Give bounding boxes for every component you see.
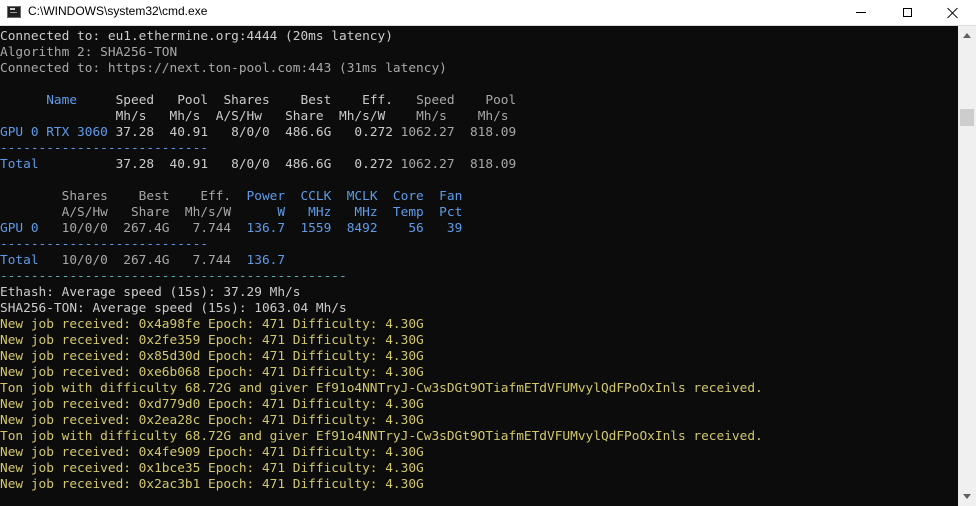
console-line: New job received: 0x2ea28c Epoch: 471 Di… <box>0 413 424 429</box>
scroll-thumb[interactable] <box>960 109 974 126</box>
console-text: 37.28 40.91 8/0/0 486.6G 0.272 <box>115 157 401 172</box>
console-text: ----------------------------------------… <box>0 269 347 284</box>
cmd-window: C:\WINDOWS\system32\cmd.exe Connected to… <box>0 0 976 506</box>
console-text: New job received: 0x2ac3b1 Epoch: 471 Di… <box>0 477 424 492</box>
console-text: Power CCLK MCLK Core Fan <box>238 189 463 204</box>
console-line: New job received: 0x4a98fe Epoch: 471 Di… <box>0 317 424 333</box>
console-text: Algorithm 2: SHA256-TON <box>0 45 178 60</box>
close-button[interactable] <box>930 0 976 25</box>
console-line: Ethash: Average speed (15s): 37.29 Mh/s <box>0 285 300 301</box>
console-line: Total 37.28 40.91 8/0/0 486.6G 0.272 106… <box>0 157 516 173</box>
console-text: Connected to: https://next.ton-pool.com:… <box>0 61 447 76</box>
console-text: Mh/s Mh/s A/S/Hw Share Mh/s/W <box>115 109 417 124</box>
console-text: Mh/s Mh/s <box>416 109 509 124</box>
console-text: New job received: 0x4a98fe Epoch: 471 Di… <box>0 317 424 332</box>
console-text: Ton job with difficulty 68.72G and giver… <box>0 381 763 396</box>
console-text: 10/0/0 267.4G 7.744 <box>53 253 239 268</box>
console-text: Total <box>0 157 116 172</box>
console-line: New job received: 0x85d30d Epoch: 471 Di… <box>0 349 424 365</box>
console-line: New job received: 0x2fe359 Epoch: 471 Di… <box>0 333 424 349</box>
console-text: 1062.27 818.09 <box>400 157 517 172</box>
console-text: New job received: 0xd779d0 Epoch: 471 Di… <box>0 397 424 412</box>
console-text: Name <box>0 93 116 108</box>
console-text: 1062.27 818.09 <box>400 125 517 140</box>
console-text: Connected to: eu1.ethermine.org:4444 (20… <box>0 29 393 44</box>
console-line: Ton job with difficulty 68.72G and giver… <box>0 429 763 445</box>
console-text: Speed Pool Shares Best Eff. <box>115 93 417 108</box>
console-text: Ton job with difficulty 68.72G and giver… <box>0 429 763 444</box>
console-text: Shares Best Eff. <box>0 189 239 204</box>
console-line: Shares Best Eff. Power CCLK MCLK Core Fa… <box>0 189 463 205</box>
console-line: --------------------------- <box>0 237 208 253</box>
window-title: C:\WINDOWS\system32\cmd.exe <box>28 4 208 18</box>
console-line: New job received: 0xd779d0 Epoch: 471 Di… <box>0 397 424 413</box>
console-text: Total <box>0 253 54 268</box>
console-text: GPU 0 <box>0 221 54 236</box>
console-text: New job received: 0xe6b068 Epoch: 471 Di… <box>0 365 424 380</box>
scroll-up-icon[interactable] <box>963 33 971 38</box>
console-output[interactable]: Connected to: eu1.ethermine.org:4444 (20… <box>0 26 958 506</box>
console-line: Connected to: https://next.ton-pool.com:… <box>0 61 447 77</box>
console-line: New job received: 0x2ac3b1 Epoch: 471 Di… <box>0 477 424 493</box>
console-line: New job received: 0x1bce35 Epoch: 471 Di… <box>0 461 424 477</box>
console-text: --------------------------- <box>0 237 209 252</box>
console-line: SHA256-TON: Average speed (15s): 1063.04… <box>0 301 347 317</box>
console-text: New job received: 0x2fe359 Epoch: 471 Di… <box>0 333 424 348</box>
console-text: A/S/Hw Share Mh/s/W <box>0 205 239 220</box>
console-line: New job received: 0xe6b068 Epoch: 471 Di… <box>0 365 424 381</box>
minimize-button[interactable] <box>838 0 884 25</box>
console-line: A/S/Hw Share Mh/s/W W MHz MHz Temp Pct <box>0 205 463 221</box>
vertical-scrollbar[interactable] <box>958 26 976 506</box>
console-line: Algorithm 2: SHA256-TON <box>0 45 177 61</box>
console-line: Connected to: eu1.ethermine.org:4444 (20… <box>0 29 393 45</box>
console-text: GPU 0 RTX 3060 <box>0 125 116 140</box>
minimize-icon <box>856 12 866 13</box>
console-text: 136.7 <box>238 253 286 268</box>
scroll-down-icon[interactable] <box>963 494 971 499</box>
title-bar[interactable]: C:\WINDOWS\system32\cmd.exe <box>0 0 976 26</box>
console-text: New job received: 0x1bce35 Epoch: 471 Di… <box>0 461 424 476</box>
console-text: --------------------------- <box>0 141 209 156</box>
console-line: --------------------------- <box>0 141 208 157</box>
console-line: Ton job with difficulty 68.72G and giver… <box>0 381 763 397</box>
console-text: New job received: 0x4fe909 Epoch: 471 Di… <box>0 445 424 460</box>
console-line: Mh/s Mh/s A/S/Hw Share Mh/s/W Mh/s Mh/s <box>0 109 509 125</box>
console-text: SHA256-TON: Average speed (15s): 1063.04… <box>0 301 347 316</box>
console-line: Total 10/0/0 267.4G 7.744 136.7 <box>0 253 285 269</box>
maximize-icon <box>902 8 912 17</box>
close-icon <box>947 7 959 19</box>
console-text: W MHz MHz Temp Pct <box>238 205 463 220</box>
console-line: Name Speed Pool Shares Best Eff. Speed P… <box>0 93 516 109</box>
console-text: New job received: 0x2ea28c Epoch: 471 Di… <box>0 413 424 428</box>
console-text: New job received: 0x85d30d Epoch: 471 Di… <box>0 349 424 364</box>
console-line: New job received: 0x4fe909 Epoch: 471 Di… <box>0 445 424 461</box>
maximize-button[interactable] <box>884 0 930 25</box>
console-text: Speed Pool <box>416 93 517 108</box>
console-line: GPU 0 RTX 3060 37.28 40.91 8/0/0 486.6G … <box>0 125 516 141</box>
console-text: 10/0/0 267.4G 7.744 <box>53 221 239 236</box>
console-text: Ethash: Average speed (15s): 37.29 Mh/s <box>0 285 301 300</box>
console-line: ----------------------------------------… <box>0 269 347 285</box>
console-text: 136.7 1559 8492 56 39 <box>238 221 463 236</box>
console-text: 37.28 40.91 8/0/0 486.6G 0.272 <box>115 125 401 140</box>
console-line: GPU 0 10/0/0 267.4G 7.744 136.7 1559 849… <box>0 221 462 237</box>
cmd-icon[interactable] <box>7 6 21 18</box>
